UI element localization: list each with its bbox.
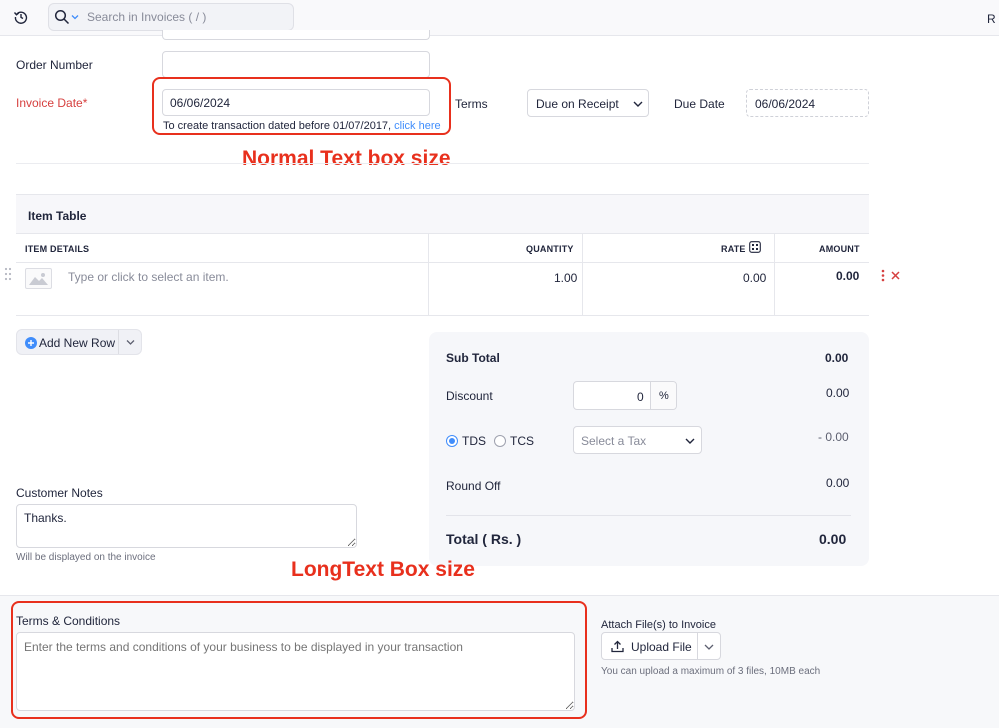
round-off-label: Round Off — [446, 479, 501, 493]
history-icon[interactable] — [13, 9, 29, 25]
upload-limit-hint: You can upload a maximum of 3 files, 10M… — [601, 666, 821, 677]
item-image-placeholder[interactable] — [25, 268, 52, 289]
totals-panel: Sub Total 0.00 Discount 0 % 0.00 TDS TCS… — [429, 332, 869, 566]
column-amount: AMOUNT — [819, 244, 860, 254]
order-number-input[interactable] — [162, 51, 430, 78]
item-table-title: Item Table — [28, 209, 87, 223]
tcs-label: TCS — [510, 434, 534, 448]
chevron-down-icon — [685, 438, 695, 444]
calculator-icon[interactable] — [749, 241, 761, 253]
terms-label: Terms — [455, 97, 488, 111]
previous-field[interactable] — [162, 30, 430, 40]
click-here-link[interactable]: click here — [394, 120, 440, 132]
terms-conditions-textarea[interactable] — [16, 632, 575, 711]
total-value: 0.00 — [819, 531, 847, 547]
invoice-date-label: Invoice Date* — [16, 96, 88, 110]
search-box[interactable] — [48, 3, 294, 31]
round-off-value: 0.00 — [826, 476, 850, 490]
sub-total-value: 0.00 — [825, 351, 849, 365]
column-rate: RATE — [721, 244, 746, 254]
order-number-label: Order Number — [16, 58, 93, 72]
search-input[interactable] — [87, 8, 287, 26]
discount-unit: % — [659, 390, 669, 402]
tax-value: - 0.00 — [818, 430, 849, 444]
item-rate[interactable]: 0.00 — [743, 271, 766, 285]
tax-select-placeholder: Select a Tax — [581, 434, 647, 448]
longtext-annotation: LongText Box size — [291, 558, 475, 581]
item-select-placeholder[interactable]: Type or click to select an item. — [68, 270, 229, 284]
top-bar: R — [0, 0, 999, 36]
discount-value: 0.00 — [826, 386, 850, 400]
tds-radio[interactable] — [446, 435, 458, 447]
normal-textbox-annotation: Normal Text box size — [242, 147, 451, 170]
tcs-radio[interactable] — [494, 435, 506, 447]
add-new-row-button[interactable]: Add New Row — [16, 329, 142, 355]
item-quantity[interactable]: 1.00 — [554, 271, 577, 285]
delete-row-icon[interactable] — [891, 271, 900, 280]
customer-notes-label: Customer Notes — [16, 486, 103, 500]
customer-notes-textarea[interactable]: Thanks. — [16, 504, 357, 548]
upload-file-button[interactable]: Upload File — [601, 632, 721, 660]
chevron-down-icon[interactable] — [71, 13, 79, 21]
item-table-header: Item Table — [16, 194, 869, 234]
item-amount: 0.00 — [836, 269, 860, 283]
more-options-icon[interactable] — [880, 269, 886, 282]
discount-unit-toggle[interactable]: % — [650, 382, 676, 409]
attach-files-label: Attach File(s) to Invoice — [601, 619, 716, 631]
plus-circle-icon — [25, 337, 37, 349]
tds-label: TDS — [462, 434, 486, 448]
discount-label: Discount — [446, 389, 493, 403]
button-divider — [118, 330, 119, 354]
tax-select[interactable]: Select a Tax — [573, 426, 702, 454]
invoice-date-input[interactable] — [162, 89, 430, 116]
discount-input-value: 0 — [637, 390, 644, 404]
discount-input[interactable]: 0 % — [573, 381, 677, 410]
customer-notes-hint: Will be displayed on the invoice — [16, 552, 156, 563]
total-divider — [446, 515, 851, 516]
column-quantity: QUANTITY — [526, 244, 574, 254]
transaction-date-hint: To create transaction dated before 01/07… — [163, 120, 441, 132]
item-table-columns: ITEM DETAILS QUANTITY RATE AMOUNT — [16, 234, 869, 263]
sub-total-label: Sub Total — [446, 351, 500, 365]
total-label: Total ( Rs. ) — [446, 531, 522, 547]
add-new-row-label: Add New Row — [39, 336, 116, 350]
upload-file-label: Upload File — [631, 640, 692, 654]
terms-value: Due on Receipt — [536, 97, 619, 111]
drag-handle-icon[interactable] — [4, 267, 12, 281]
image-icon — [29, 273, 48, 285]
topbar-user-initial: R — [987, 12, 996, 26]
upload-icon — [611, 640, 624, 653]
chevron-down-icon — [633, 101, 643, 107]
section-divider — [16, 163, 869, 164]
due-date-value: 06/06/2024 — [755, 97, 816, 111]
due-date-label: Due Date — [674, 97, 725, 111]
chevron-down-icon[interactable] — [126, 339, 135, 346]
column-item-details: ITEM DETAILS — [25, 244, 90, 254]
button-divider — [697, 633, 698, 659]
terms-select[interactable]: Due on Receipt — [527, 89, 649, 117]
chevron-down-icon[interactable] — [704, 643, 714, 651]
due-date-input[interactable]: 06/06/2024 — [746, 89, 869, 117]
search-icon[interactable] — [54, 9, 70, 25]
terms-conditions-label: Terms & Conditions — [16, 614, 121, 628]
